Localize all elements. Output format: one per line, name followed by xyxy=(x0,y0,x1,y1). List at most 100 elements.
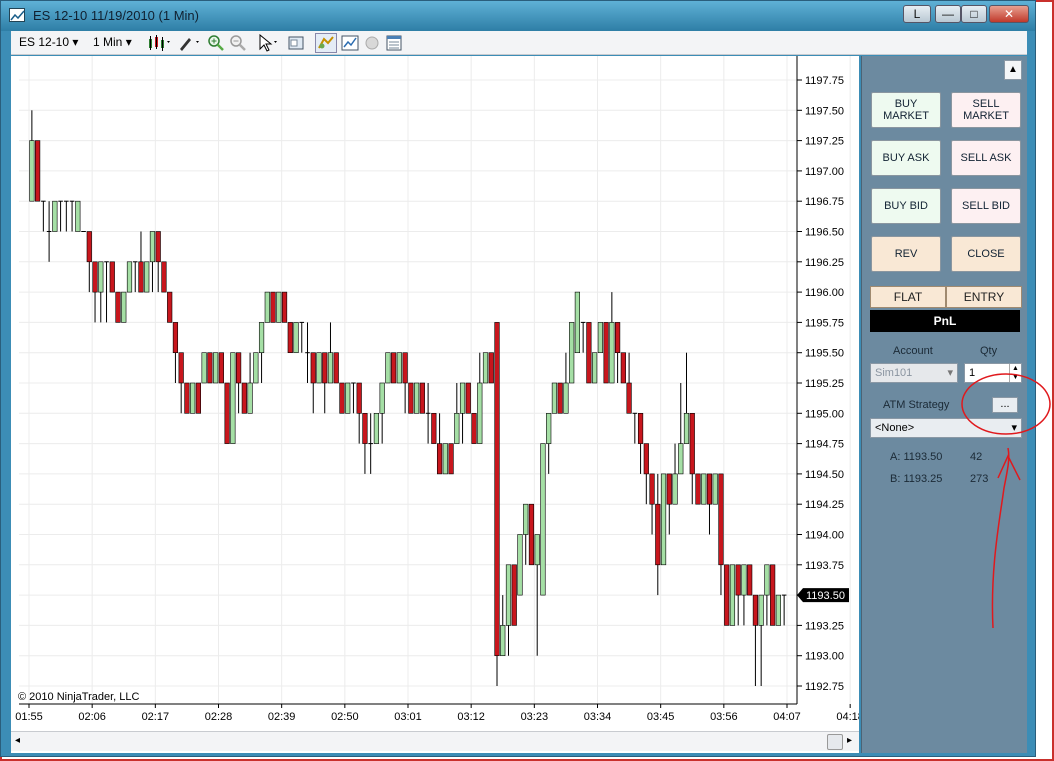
zoom-in-icon[interactable] xyxy=(207,34,225,52)
link-button[interactable]: L xyxy=(903,5,931,23)
x-tick-label: 01:55 xyxy=(15,711,43,723)
title-bar[interactable]: ES 12-10 11/19/2010 (1 Min) L — □ ✕ xyxy=(1,1,1035,31)
chart-style-icon[interactable] xyxy=(147,34,173,52)
candle-up xyxy=(247,382,253,414)
stepper-up-icon[interactable]: ▲ xyxy=(1009,364,1021,373)
candle-down xyxy=(109,261,115,293)
candle-up xyxy=(683,412,690,444)
candle-up xyxy=(29,140,35,202)
atm-strategy-button[interactable]: ... xyxy=(992,397,1018,413)
stepper-down-icon[interactable]: ▼ xyxy=(1009,373,1021,382)
properties-icon[interactable] xyxy=(385,34,403,52)
candle-down xyxy=(224,382,230,444)
sell-bid-button[interactable]: SELL BID xyxy=(951,188,1021,224)
x-tick-label: 03:56 xyxy=(710,711,738,723)
sell-market-button[interactable]: SELL MARKET xyxy=(951,92,1021,128)
interval-label: 1 Min xyxy=(93,35,123,49)
instrument-label: ES 12-10 xyxy=(19,35,70,49)
close-position-button[interactable]: CLOSE xyxy=(951,236,1021,272)
candle-down xyxy=(270,291,276,323)
candle-up xyxy=(500,625,506,657)
account-select[interactable]: Sim101 ▾ xyxy=(870,363,958,383)
x-tick-label: 03:01 xyxy=(394,711,422,723)
strategy-icon[interactable] xyxy=(315,33,337,53)
candle-up xyxy=(396,352,402,384)
candle-down xyxy=(718,473,724,566)
candle-up xyxy=(345,382,351,414)
entry-price: ENTRY xyxy=(946,286,1022,308)
x-tick-label: 02:39 xyxy=(268,711,296,723)
candle-down xyxy=(310,352,316,384)
candle-up xyxy=(775,594,781,626)
window-title: ES 12-10 11/19/2010 (1 Min) xyxy=(33,8,199,23)
candle-up xyxy=(482,352,489,384)
minimize-button[interactable]: — xyxy=(935,5,961,23)
candle-down xyxy=(195,382,201,414)
candle-down xyxy=(115,291,121,323)
maximize-button[interactable]: □ xyxy=(961,5,987,23)
candle-down xyxy=(431,412,437,444)
candle-down xyxy=(620,352,626,384)
candle-down xyxy=(138,261,144,293)
candle-down xyxy=(287,322,293,353)
scroll-right-icon[interactable]: ▸ xyxy=(847,735,852,746)
y-tick-label: 1195.00 xyxy=(805,408,844,420)
candle-down xyxy=(436,443,443,475)
candle-up xyxy=(293,322,299,353)
buy-ask-button[interactable]: BUY ASK xyxy=(871,140,941,176)
scroll-left-icon[interactable]: ◂ xyxy=(15,735,20,746)
sell-ask-button[interactable]: SELL ASK xyxy=(951,140,1021,176)
chart-window: ES 12-10 11/19/2010 (1 Min) L — □ ✕ ES 1… xyxy=(0,0,1036,757)
candle-down xyxy=(92,261,98,293)
panel-collapse-button[interactable]: ▲ xyxy=(1004,60,1022,80)
x-tick-label: 04:07 xyxy=(773,711,801,723)
candle-up xyxy=(563,382,569,414)
candle-up xyxy=(379,382,385,414)
candle-up xyxy=(701,473,707,505)
reverse-button[interactable]: REV xyxy=(871,236,941,272)
drawing-tool-icon[interactable] xyxy=(177,34,203,52)
app-icon xyxy=(9,8,25,22)
candle-up xyxy=(190,382,196,414)
buy-bid-button[interactable]: BUY BID xyxy=(871,188,941,224)
atm-strategy-select[interactable]: <None> ▾ xyxy=(870,418,1022,438)
candle-down xyxy=(419,382,425,414)
close-button[interactable]: ✕ xyxy=(989,5,1029,23)
candle-down xyxy=(735,564,741,596)
copyright-text: © 2010 NinjaTrader, LLC xyxy=(18,691,140,703)
candle-down xyxy=(695,473,701,505)
cursor-icon[interactable] xyxy=(257,33,283,52)
candle-down xyxy=(178,352,184,384)
y-tick-label: 1196.25 xyxy=(805,257,844,269)
horizontal-scrollbar[interactable]: ◂ ▸ xyxy=(11,731,859,751)
candle-up xyxy=(505,564,512,626)
y-tick-label: 1195.75 xyxy=(805,317,844,329)
ask-price: A: 1193.50 xyxy=(890,451,943,463)
candlestick-chart[interactable]: 1197.75 1197.50 1197.25 1197.00 1196.75 1196.… xyxy=(11,56,864,731)
candle-down xyxy=(172,322,179,353)
scrollbar-thumb[interactable] xyxy=(827,734,843,750)
indicators-icon[interactable] xyxy=(341,34,359,52)
candle-down xyxy=(356,382,362,414)
candle-up xyxy=(540,443,546,596)
buy-market-button[interactable]: BUY MARKET xyxy=(871,92,941,128)
x-tick-label: 03:34 xyxy=(584,711,612,723)
candle-up xyxy=(385,352,391,384)
candle-down xyxy=(603,322,609,384)
instrument-selector[interactable]: ES 12-10 ▾ xyxy=(19,35,78,49)
bid-price: B: 1193.25 xyxy=(890,473,943,485)
candle-up xyxy=(264,291,270,323)
candle-up xyxy=(546,412,552,444)
chevron-down-icon: ▾ xyxy=(1011,422,1017,434)
price-chart[interactable]: 1197.75 1197.50 1197.25 1197.00 1196.75 1196.… xyxy=(11,56,864,753)
candle-down xyxy=(586,322,592,384)
candle-up xyxy=(758,594,764,626)
zoom-out-icon[interactable] xyxy=(229,34,247,52)
quantity-stepper[interactable]: 1 ▲ ▼ xyxy=(964,363,1022,383)
disabled-circle-icon[interactable] xyxy=(363,34,381,52)
interval-selector[interactable]: 1 Min ▾ xyxy=(93,35,132,49)
candle-down xyxy=(706,473,713,505)
candle-up xyxy=(276,291,282,323)
data-box-icon[interactable] xyxy=(287,34,305,52)
candle-up xyxy=(149,231,156,263)
